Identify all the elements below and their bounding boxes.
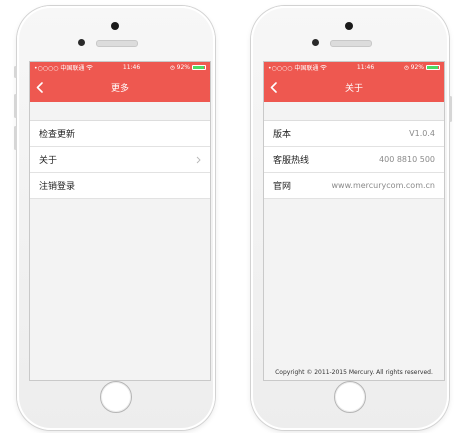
page-title: 更多: [110, 84, 129, 94]
status-bar: •○○○○ 中国联通 11:46 92%: [30, 62, 210, 73]
list-item-label: 关于: [39, 156, 58, 166]
screen-more: •○○○○ 中国联通 11:46 92% 更多 检查更新 关于 注销登录: [29, 61, 211, 381]
chevron-left-icon: [36, 82, 43, 93]
proximity-sensor-icon: [312, 39, 319, 46]
earpiece-speaker: [96, 40, 138, 47]
info-label: 官网: [273, 182, 292, 192]
alarm-icon: [404, 65, 409, 70]
info-value: V1.0.4: [409, 129, 435, 138]
info-label: 版本: [273, 130, 292, 140]
list-item-logout[interactable]: 注销登录: [30, 173, 210, 199]
volume-up-button: [14, 94, 17, 118]
proximity-sensor-icon: [78, 39, 85, 46]
info-row-version: 版本 V1.0.4: [264, 121, 444, 147]
front-camera-icon: [111, 22, 119, 30]
power-button: [449, 96, 452, 122]
list-item-label: 注销登录: [39, 182, 76, 192]
section-gap: [264, 102, 444, 120]
phone-frame-right: •○○○○ 中国联通 11:46 92% 关于 版本 V1.0.4 客服热线 4…: [251, 6, 452, 430]
wifi-icon: [320, 65, 328, 70]
carrier-label: •○○○○ 中国联通: [268, 65, 319, 72]
nav-bar: 更多: [30, 73, 210, 102]
battery-percent: 92%: [410, 64, 424, 71]
status-time: 11:46: [122, 64, 141, 71]
settings-list: 检查更新 关于 注销登录: [30, 120, 210, 199]
earpiece-speaker: [330, 40, 372, 47]
list-item-check-update[interactable]: 检查更新: [30, 121, 210, 147]
page-title: 关于: [344, 84, 363, 94]
home-button[interactable]: [100, 381, 132, 413]
info-value: www.mercurycom.com.cn: [331, 181, 435, 190]
alarm-icon: [170, 65, 175, 70]
info-row-website[interactable]: 官网 www.mercurycom.com.cn: [264, 173, 444, 199]
copyright-footer: Copyright © 2011-2015 Mercury. All right…: [275, 369, 433, 376]
battery-icon: [426, 65, 440, 70]
carrier-label: •○○○○ 中国联通: [34, 65, 85, 72]
mute-switch: [14, 66, 17, 78]
phone-frame-left: •○○○○ 中国联通 11:46 92% 更多 检查更新 关于 注销登录: [14, 6, 215, 430]
screen-about: •○○○○ 中国联通 11:46 92% 关于 版本 V1.0.4 客服热线 4…: [263, 61, 445, 381]
info-value: 400 8810 500: [379, 155, 435, 164]
info-row-hotline[interactable]: 客服热线 400 8810 500: [264, 147, 444, 173]
nav-bar: 关于: [264, 73, 444, 102]
list-item-label: 检查更新: [39, 130, 76, 140]
battery-icon: [192, 65, 206, 70]
list-item-about[interactable]: 关于: [30, 147, 210, 173]
home-button[interactable]: [334, 381, 366, 413]
volume-down-button: [14, 126, 17, 150]
chevron-left-icon: [270, 82, 277, 93]
status-time: 11:46: [356, 64, 375, 71]
front-camera-icon: [345, 22, 353, 30]
status-bar: •○○○○ 中国联通 11:46 92%: [264, 62, 444, 73]
battery-percent: 92%: [176, 64, 190, 71]
chevron-right-icon: [196, 156, 201, 163]
wifi-icon: [86, 65, 94, 70]
info-label: 客服热线: [273, 156, 310, 166]
back-button[interactable]: [36, 73, 52, 102]
back-button[interactable]: [270, 73, 286, 102]
about-info-list: 版本 V1.0.4 客服热线 400 8810 500 官网 www.mercu…: [264, 120, 444, 199]
section-gap: [30, 102, 210, 120]
